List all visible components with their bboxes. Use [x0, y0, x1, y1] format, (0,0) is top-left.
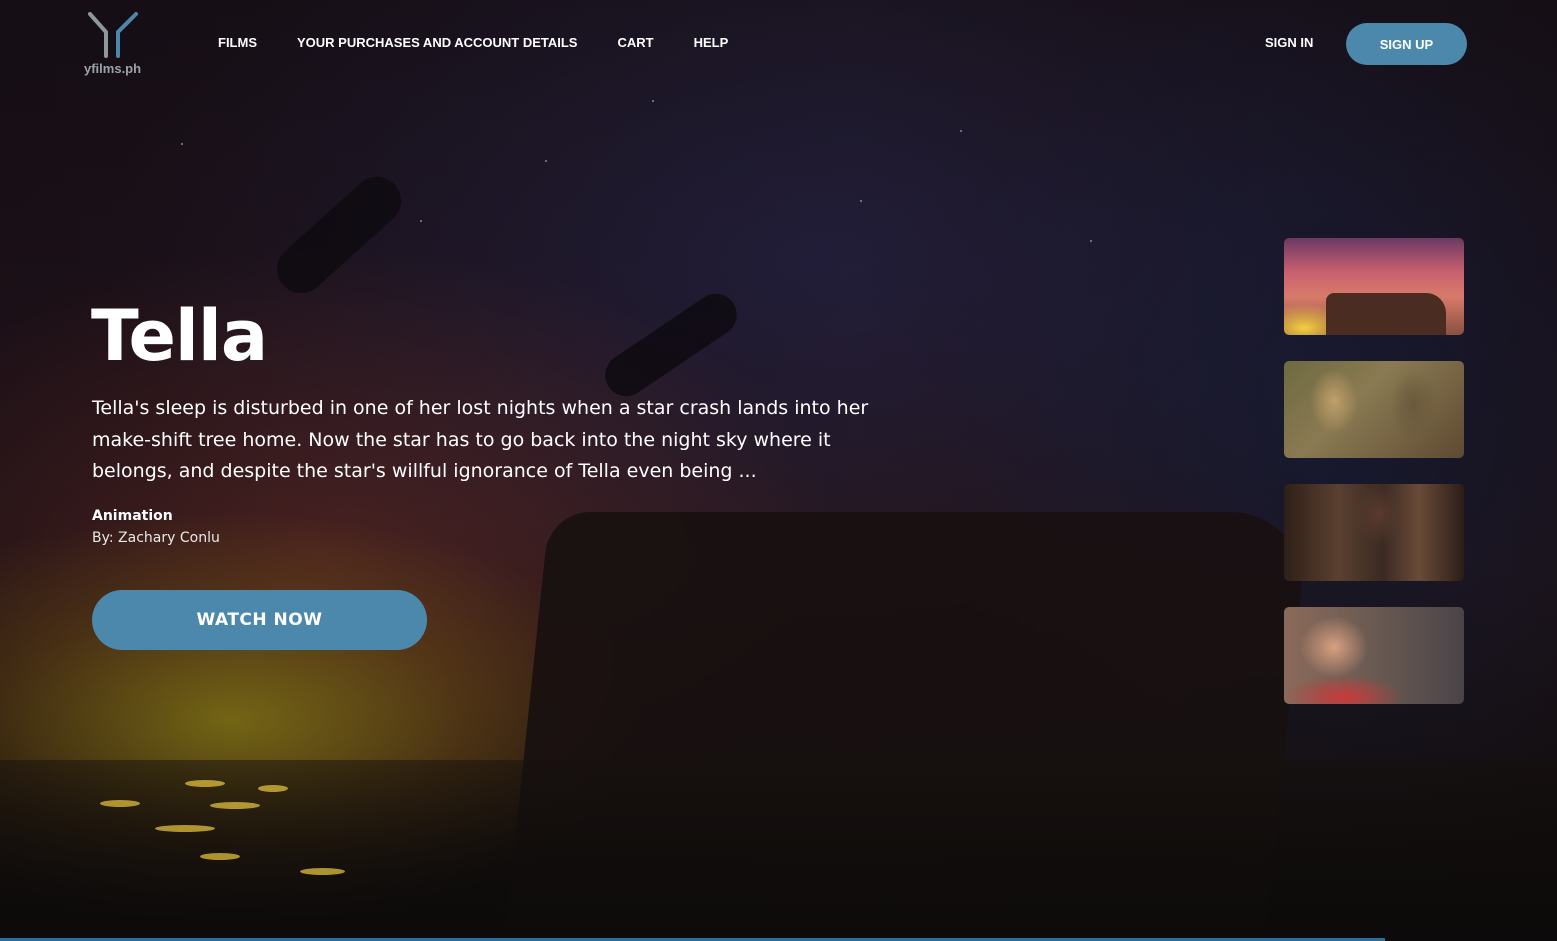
sign-in-link[interactable]: SIGN IN	[1265, 35, 1313, 51]
star-decoration	[181, 143, 183, 145]
main-nav: FILMS YOUR PURCHASES AND ACCOUNT DETAILS…	[218, 35, 768, 51]
star-decoration	[420, 220, 422, 222]
film-thumbnail[interactable]	[1284, 238, 1464, 335]
lantern-light	[155, 825, 215, 832]
ground-silhouette	[0, 760, 1557, 941]
hero-banner: yfilms.ph FILMS YOUR PURCHASES AND ACCOU…	[0, 0, 1557, 941]
lantern-light	[200, 853, 240, 860]
nav-cart[interactable]: CART	[617, 35, 653, 51]
logo-mark-icon	[88, 12, 138, 58]
star-decoration	[960, 130, 962, 132]
film-author: By: Zachary Conlu	[92, 530, 220, 546]
lantern-light	[258, 785, 288, 792]
star-decoration	[1090, 240, 1092, 242]
site-header: yfilms.ph FILMS YOUR PURCHASES AND ACCOU…	[0, 0, 1557, 88]
film-title: Tella	[91, 295, 268, 377]
watch-now-button[interactable]: WATCH NOW	[92, 590, 427, 650]
star-decoration	[860, 200, 862, 202]
star-decoration	[545, 160, 547, 162]
film-description: Tella's sleep is disturbed in one of her…	[92, 397, 869, 482]
lantern-light	[210, 802, 260, 809]
film-genre: Animation	[92, 508, 173, 524]
site-logo[interactable]: yfilms.ph	[84, 10, 144, 78]
film-thumbnail[interactable]	[1284, 607, 1464, 704]
film-thumbnail[interactable]	[1284, 361, 1464, 458]
film-thumbnail[interactable]	[1284, 484, 1464, 581]
nav-films[interactable]: FILMS	[218, 35, 257, 51]
nav-help[interactable]: HELP	[694, 35, 729, 51]
lantern-light	[300, 868, 345, 875]
star-decoration	[652, 100, 654, 102]
film-thumbnail-list	[1284, 238, 1464, 730]
lantern-light	[100, 800, 140, 807]
sign-up-button[interactable]: SIGN UP	[1346, 23, 1467, 65]
logo-text: yfilms.ph	[84, 61, 142, 76]
lantern-light	[185, 780, 225, 787]
nav-purchases-account[interactable]: YOUR PURCHASES AND ACCOUNT DETAILS	[297, 35, 577, 51]
